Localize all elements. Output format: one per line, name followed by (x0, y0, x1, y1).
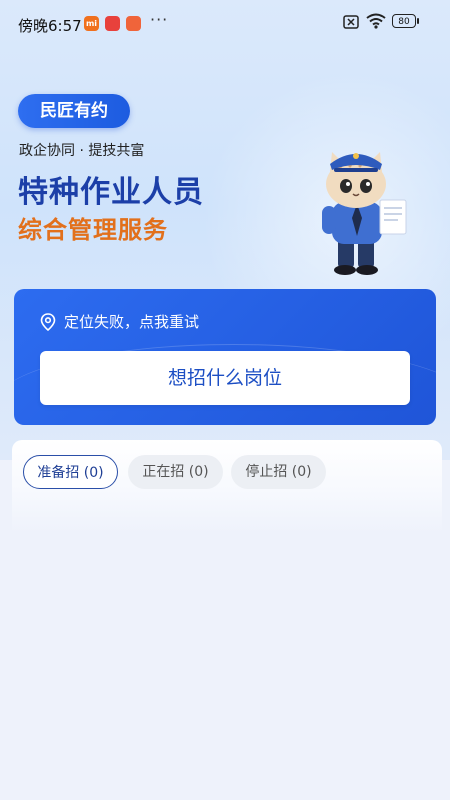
no-sim-icon (343, 15, 359, 29)
wifi-icon (366, 13, 386, 29)
page-title: 特种作业人员 (18, 175, 204, 210)
recruitment-panel: 准备招 (0) 正在招 (0) 停止招 (0) (12, 440, 442, 800)
battery-indicator: 80 (392, 14, 419, 28)
location-pin-icon (40, 312, 56, 331)
tab-stopped[interactable]: 停止招 (0) (231, 455, 326, 489)
cat-mascot-illustration (322, 152, 407, 275)
page-subtitle: 综合管理服务 (18, 216, 168, 244)
location-status-text: 定位失败，点我重试 (64, 313, 200, 331)
location-retry[interactable]: 定位失败，点我重试 (40, 311, 199, 332)
job-search-button[interactable]: 想招什么岗位 (40, 351, 410, 405)
more-notifications-icon: ··· (150, 10, 169, 29)
app-notification-icon (105, 16, 120, 31)
status-bar: 傍晚6:57 mi ··· 80 (0, 0, 450, 46)
tab-preparing[interactable]: 准备招 (0) (23, 455, 118, 489)
xiaomi-notification-icon: mi (84, 16, 99, 31)
brand-badge: 民匠有约 (18, 94, 130, 128)
status-time: 傍晚6:57 (18, 17, 82, 35)
app-notification-icon (126, 16, 141, 31)
slogan-text: 政企协同 · 提技共富 (19, 143, 145, 159)
tab-recruiting[interactable]: 正在招 (0) (128, 455, 223, 489)
search-card: 定位失败，点我重试 想招什么岗位 (14, 289, 436, 425)
